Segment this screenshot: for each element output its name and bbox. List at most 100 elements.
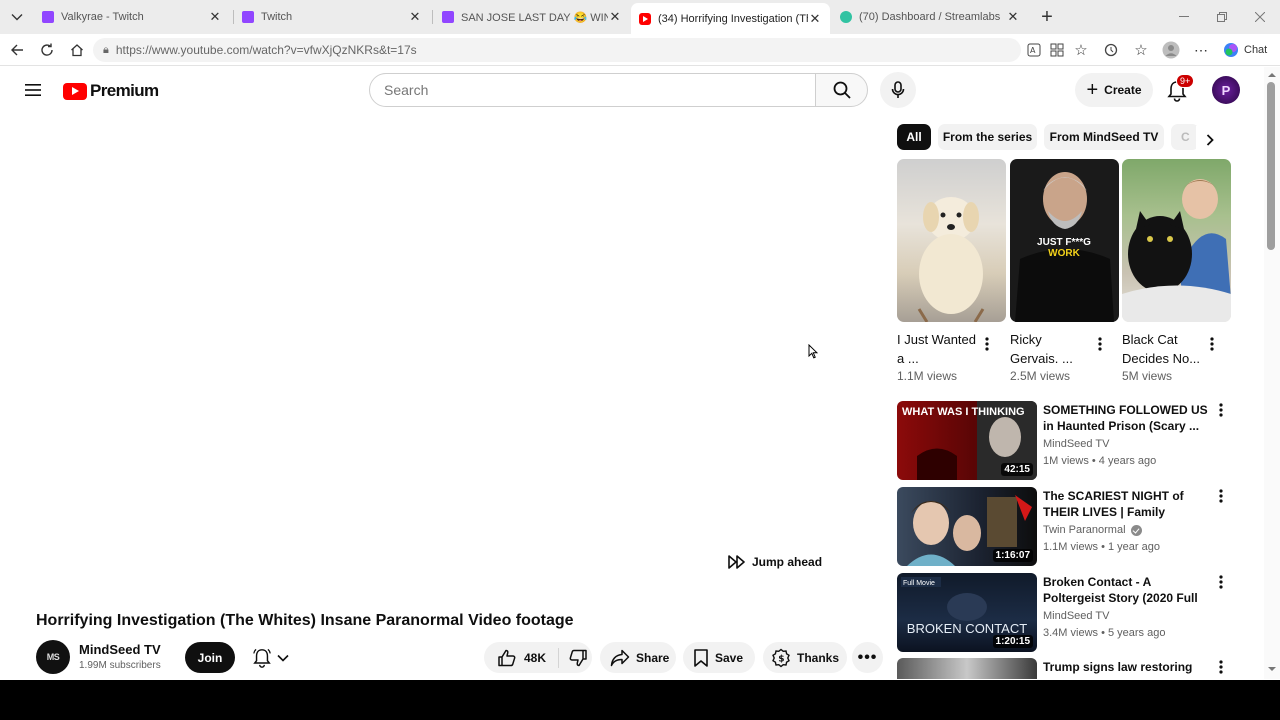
svg-text:WORK: WORK xyxy=(1048,248,1080,259)
restore-icon[interactable] xyxy=(1214,9,1230,25)
video-thumbnail[interactable]: WHAT WAS I THINKING 42:15 xyxy=(897,401,1037,480)
share-button[interactable]: Share xyxy=(600,642,676,673)
join-button[interactable]: Join xyxy=(185,642,235,673)
chips-next-button[interactable] xyxy=(1196,126,1224,154)
close-window-icon[interactable] xyxy=(1252,9,1268,25)
short-thumbnail[interactable] xyxy=(1122,159,1231,322)
short-card[interactable]: Black Cat Decides No... 5M views xyxy=(1122,159,1231,383)
home-icon[interactable] xyxy=(67,40,87,60)
mouse-cursor-icon xyxy=(808,343,819,364)
share-label: Share xyxy=(636,650,670,665)
short-card[interactable]: JUST F***G WORK Ricky Gervais. ... 2.5M … xyxy=(1010,159,1119,383)
new-tab-icon[interactable]: + xyxy=(1037,6,1057,28)
chip-from-the-series[interactable]: From the series xyxy=(938,124,1037,150)
channel-avatar[interactable]: MS xyxy=(36,640,70,674)
chip-partial[interactable]: C xyxy=(1171,124,1199,150)
more-actions-button[interactable]: ••• xyxy=(852,642,883,673)
video-title: SOMETHING FOLLOWED US in Haunted Prison … xyxy=(1043,403,1208,433)
create-button[interactable]: + Create xyxy=(1075,73,1153,107)
site-info-icon[interactable]: 🔒︎ xyxy=(103,44,109,57)
chip-from-mindseed-tv[interactable]: From MindSeed TV xyxy=(1044,124,1164,150)
plus-icon: + xyxy=(1086,79,1099,101)
subscription-bell-button[interactable] xyxy=(243,642,298,673)
copilot-chat-button[interactable]: Chat xyxy=(1223,40,1273,60)
video-channel[interactable]: Twin Paranormal xyxy=(1043,524,1142,536)
browser-tab[interactable]: Valkyrae - Twitch ✕ xyxy=(34,4,230,30)
more-vert-icon[interactable] xyxy=(985,337,989,356)
related-video[interactable]: 1:16:07 The SCARIEST NIGHT of THEIR LIVE… xyxy=(897,487,1237,567)
related-video[interactable]: Full Movie BROKEN CONTACT 1:20:15 Broken… xyxy=(897,573,1237,653)
tab-close-icon[interactable]: ✕ xyxy=(208,9,222,25)
search-button[interactable] xyxy=(815,73,868,107)
like-button[interactable]: 48K xyxy=(484,647,560,668)
profile-icon[interactable] xyxy=(1161,40,1181,60)
more-vert-icon[interactable] xyxy=(1219,403,1223,422)
account-avatar[interactable]: P xyxy=(1212,76,1240,104)
browser-tab-active[interactable]: (34) Horrifying Investigation (The W ✕ xyxy=(631,3,830,34)
thumbs-down-icon xyxy=(569,649,587,666)
video-thumbnail[interactable]: 1:16:07 xyxy=(897,487,1037,566)
thumbnail-text: BROKEN CONTACT xyxy=(907,621,1027,636)
browser-tab[interactable]: Twitch ✕ xyxy=(234,4,430,30)
scrollbar-thumb[interactable] xyxy=(1267,82,1275,250)
tab-title: (34) Horrifying Investigation (The W xyxy=(658,12,808,25)
browser-tab[interactable]: (70) Dashboard / Streamlabs ✕ xyxy=(832,4,1028,30)
tab-title: Twitch xyxy=(261,11,293,23)
scroll-down-arrow-icon[interactable] xyxy=(1264,663,1280,675)
chip-all[interactable]: All xyxy=(897,124,931,150)
short-card[interactable]: I Just Wanted a ... 1.1M views xyxy=(897,159,1006,383)
scroll-up-arrow-icon[interactable] xyxy=(1264,69,1280,81)
save-button[interactable]: Save xyxy=(683,642,755,673)
more-vert-icon[interactable] xyxy=(1219,575,1223,594)
tab-list-chevron-icon[interactable] xyxy=(8,9,26,25)
video-channel[interactable]: MindSeed TV xyxy=(1043,438,1109,450)
notifications-button[interactable]: 9+ xyxy=(1164,74,1195,104)
more-vert-icon[interactable] xyxy=(1098,337,1102,356)
related-video[interactable]: WHAT WAS I THINKING 42:15 SOMETHING FOLL… xyxy=(897,401,1237,481)
video-channel[interactable]: MindSeed TV xyxy=(1043,610,1109,622)
youtube-logo-icon xyxy=(63,82,87,100)
minimize-icon[interactable] xyxy=(1176,9,1192,25)
channel-name: MindSeed TV xyxy=(1043,610,1110,622)
channel-avatar-text: MS xyxy=(46,652,60,662)
settings-more-icon[interactable]: ⋯ xyxy=(1191,40,1211,60)
channel-name[interactable]: MindSeed TV xyxy=(79,642,161,657)
back-arrow-icon[interactable] xyxy=(7,40,27,60)
tab-close-icon[interactable]: ✕ xyxy=(1006,9,1020,25)
tab-close-icon[interactable]: ✕ xyxy=(808,11,822,27)
search-input[interactable]: Search xyxy=(369,73,816,107)
browser-essentials-icon[interactable] xyxy=(1101,40,1121,60)
video-thumbnail[interactable] xyxy=(897,658,1037,679)
verified-badge-icon xyxy=(1130,524,1142,536)
short-overlay-text: JUST F***G xyxy=(1037,237,1091,248)
refresh-icon[interactable] xyxy=(37,40,57,60)
app-available-icon[interactable] xyxy=(1047,40,1067,60)
chip-label: From the series xyxy=(942,130,1033,144)
browser-tab[interactable]: SAN JOSE LAST DAY 😂 WINCHES ✕ xyxy=(434,4,630,30)
chip-label: C xyxy=(1181,130,1190,144)
more-vert-icon[interactable] xyxy=(1219,489,1223,508)
jump-ahead-button[interactable]: Jump ahead xyxy=(728,553,822,571)
short-thumbnail[interactable] xyxy=(897,159,1006,322)
youtube-premium-logo[interactable]: Premium xyxy=(63,81,159,101)
thanks-button[interactable]: $ Thanks xyxy=(763,642,847,673)
short-title: Ricky Gervais. ... xyxy=(1010,332,1073,366)
favorites-list-icon[interactable]: ☆ xyxy=(1131,40,1151,60)
more-vert-icon[interactable] xyxy=(1210,337,1214,356)
voice-search-button[interactable] xyxy=(880,72,916,108)
tab-close-icon[interactable]: ✕ xyxy=(408,9,422,25)
dislike-button[interactable] xyxy=(559,649,587,667)
hamburger-menu-icon[interactable] xyxy=(22,79,44,101)
tab-title: (70) Dashboard / Streamlabs xyxy=(859,11,1001,23)
video-player[interactable] xyxy=(24,122,884,592)
create-label: Create xyxy=(1104,83,1142,97)
tab-close-icon[interactable]: ✕ xyxy=(608,9,622,25)
like-count: 48K xyxy=(524,650,547,665)
more-vert-icon[interactable] xyxy=(1219,660,1223,679)
url-bar[interactable]: 🔒︎ https://www.youtube.com/watch?v=vfwXj… xyxy=(93,38,1021,62)
favorite-star-icon[interactable]: ☆ xyxy=(1071,40,1091,60)
video-thumbnail[interactable]: Full Movie BROKEN CONTACT 1:20:15 xyxy=(897,573,1037,652)
translate-icon[interactable]: A xyxy=(1024,40,1044,60)
related-video[interactable]: Trump signs law restoring xyxy=(897,658,1237,679)
short-thumbnail[interactable]: JUST F***G WORK xyxy=(1010,159,1119,322)
